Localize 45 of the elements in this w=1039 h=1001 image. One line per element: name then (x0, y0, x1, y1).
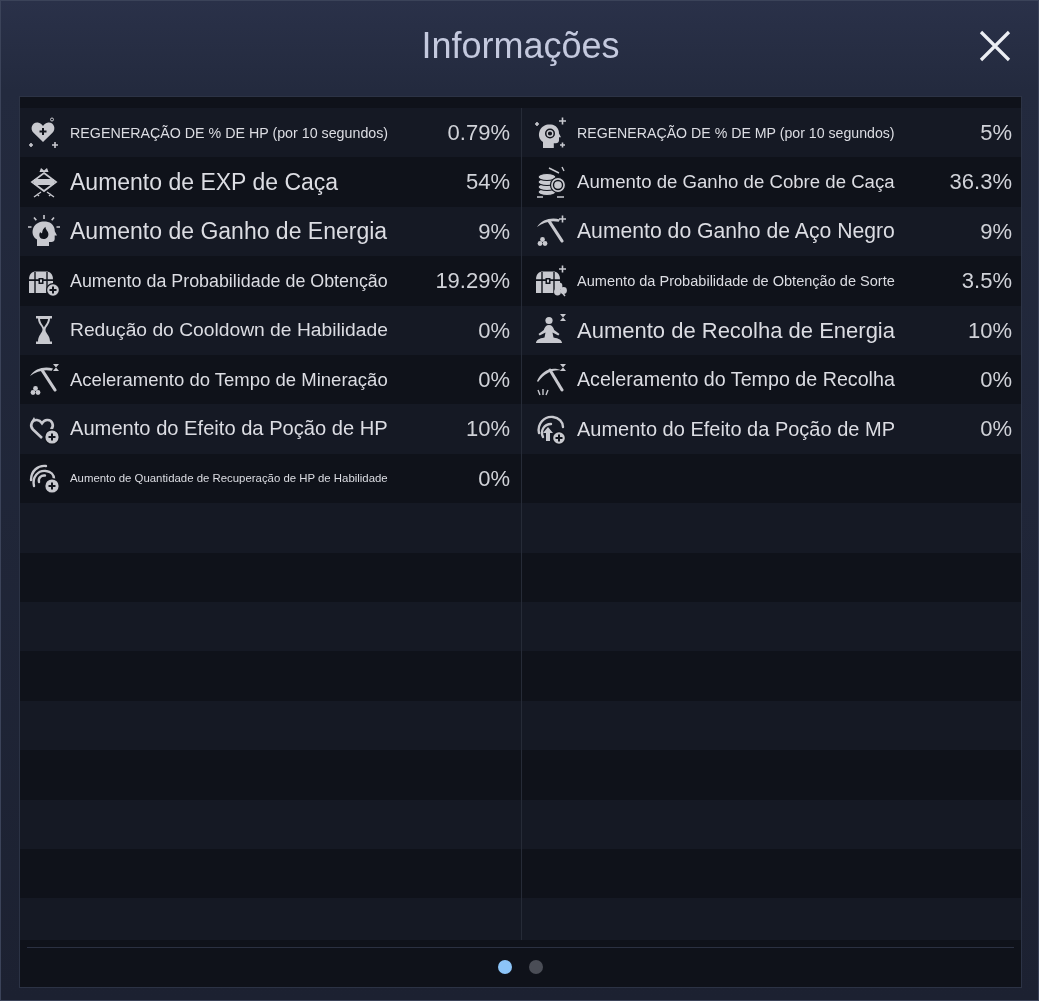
stat-value: 0% (980, 367, 1012, 393)
stat-value: 10% (465, 416, 510, 442)
stat-label: Aumento de Quantidade de Recuperação de HP de Habilidade (70, 471, 388, 485)
stat-value: 0% (980, 416, 1012, 442)
stat-label: Aumento do Efeito da Poção de HP (70, 417, 388, 441)
pickaxe-plus-icon (535, 215, 567, 248)
head-gear-icon (535, 116, 567, 149)
close-icon (979, 29, 1011, 62)
swirl-arrow-icon (535, 413, 567, 446)
stat-value: 36.3% (949, 169, 1012, 195)
chest-clover-icon (535, 264, 567, 297)
stat-value: 9% (980, 218, 1012, 245)
page-dot-icon[interactable] (529, 960, 543, 974)
stat-label: REGENERAÇÃO DE % DE HP (por 10 segundos) (70, 124, 389, 141)
stat-value: 0.79% (447, 120, 510, 146)
stat-value: 10% (967, 317, 1012, 343)
stat-value: 0% (478, 465, 510, 492)
stat-label: Redução do Cooldown de Habilidade (70, 319, 388, 342)
stat-value: 5% (980, 120, 1012, 146)
pickaxe-icon (28, 363, 60, 396)
stat-label: Aumento de Ganho de Cobre de Caça (577, 171, 895, 193)
stat-label: Aumento de Recolha de Energia (577, 317, 895, 343)
stat-label: Aumento do Ganho de Aço Negro (577, 219, 895, 244)
diamond-badge-icon (28, 166, 60, 199)
stat-value: 0% (478, 317, 510, 343)
coin-stack-icon (535, 166, 567, 199)
page-dot-icon[interactable] (498, 960, 512, 974)
stat-label: Aumento de Ganho de Energia (70, 218, 388, 245)
swirl-plus-icon (28, 462, 60, 495)
stat-label: Aumento do Efeito da Poção de MP (577, 417, 895, 441)
stat-label: Aceleramento do Tempo de Mineração (70, 369, 388, 391)
head-flame-icon (28, 215, 60, 248)
stat-value: 19.29% (435, 268, 510, 294)
stat-value: 0% (478, 367, 510, 393)
stat-value: 9% (478, 218, 510, 245)
stat-value: 3.5% (961, 268, 1012, 294)
stat-label: Aumento da Probabilidade de Obtenção (70, 270, 388, 292)
window-title: Informações (421, 23, 620, 68)
scythe-icon (535, 363, 567, 396)
heart-plus-icon (28, 116, 60, 149)
stat-label: Aumento da Probabilidade de Obtenção de Sorte (577, 272, 895, 290)
stat-label: Aumento de EXP de Caça (70, 168, 339, 196)
stat-label: REGENERAÇÃO DE % DE MP (por 10 segundos) (577, 124, 895, 141)
stat-label: Aceleramento do Tempo de Recolha (577, 368, 895, 391)
stat-value: 54% (465, 169, 510, 195)
